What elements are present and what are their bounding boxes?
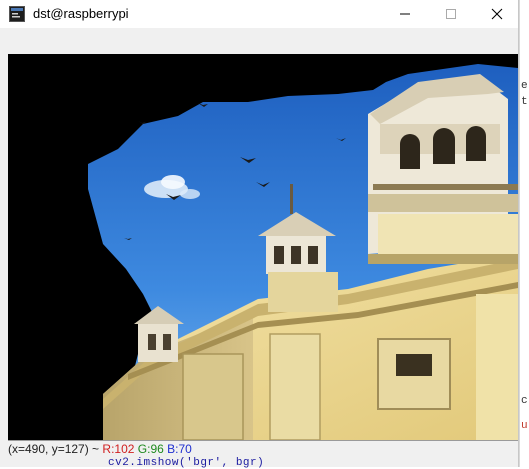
title-bar[interactable]: dst@raspberrypi: [0, 0, 518, 28]
terminal-app-icon: [9, 6, 25, 22]
terminal-char: u: [521, 420, 528, 432]
close-button[interactable]: [474, 0, 520, 28]
pixel-green-value: G:96: [137, 442, 164, 456]
background-terminal: e t c u: [519, 0, 529, 467]
maximize-icon: [446, 9, 456, 19]
terminal-char: t: [521, 96, 528, 108]
minimize-button[interactable]: [382, 0, 428, 28]
close-icon: [491, 8, 503, 20]
pixel-blue-value: B:70: [167, 442, 192, 456]
toolbar-area: [0, 28, 518, 54]
pixel-red-value: R:102: [102, 442, 135, 456]
terminal-char: c: [521, 395, 528, 407]
terminal-char: e: [521, 80, 528, 92]
minimize-icon: [400, 13, 410, 15]
window-title: dst@raspberrypi: [33, 6, 129, 21]
maximize-button[interactable]: [428, 0, 474, 28]
image-canvas[interactable]: [8, 54, 518, 440]
image-window: dst@raspberrypi (x=490, y=127) ~ R:102 G…: [0, 0, 519, 467]
terminal-code-line: cv2.imshow('bgr', bgr): [108, 457, 265, 469]
cursor-coordinates: (x=490, y=127) ~: [8, 442, 103, 456]
building-photo: [88, 64, 518, 440]
status-bar: (x=490, y=127) ~ R:102 G:96 B:70: [8, 440, 518, 458]
